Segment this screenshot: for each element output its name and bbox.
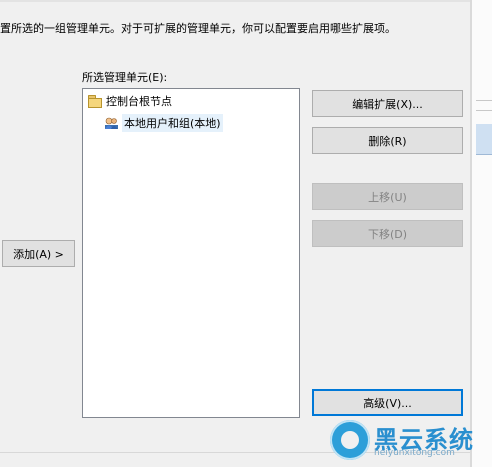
move-down-button[interactable]: 下移(D) <box>312 220 463 247</box>
top-divider <box>0 0 470 2</box>
background-line <box>476 100 492 101</box>
add-button[interactable]: 添加(A) > <box>2 240 75 267</box>
selected-snapins-list[interactable]: 控制台根节点 本地用户和组(本地) <box>82 88 300 418</box>
watermark-url: heiyunxitong.com <box>374 448 455 458</box>
background-window-strip <box>472 0 492 467</box>
tree-item-console-root[interactable]: 控制台根节点 <box>87 91 172 111</box>
delete-button[interactable]: 删除(R) <box>312 127 463 154</box>
advanced-button[interactable]: 高级(V)... <box>312 389 463 416</box>
selected-snapins-label: 所选管理单元(E): <box>82 71 168 84</box>
tree-item-label: 控制台根节点 <box>106 95 172 108</box>
move-up-button[interactable]: 上移(U) <box>312 183 463 210</box>
edit-extensions-button[interactable]: 编辑扩展(X)... <box>312 90 463 117</box>
background-line <box>476 154 492 155</box>
dialog-description: 置所选的一组管理单元。对于可扩展的管理单元，你可以配置要启用哪些扩展项。 <box>0 22 396 35</box>
users-icon <box>103 116 119 130</box>
watermark-logo-icon <box>330 420 370 460</box>
tree-item-label: 本地用户和组(本地) <box>122 114 223 132</box>
tree-item-local-users-groups[interactable]: 本地用户和组(本地) <box>103 113 223 133</box>
background-selection <box>476 124 492 154</box>
background-line <box>476 110 492 111</box>
folder-icon <box>87 94 103 108</box>
